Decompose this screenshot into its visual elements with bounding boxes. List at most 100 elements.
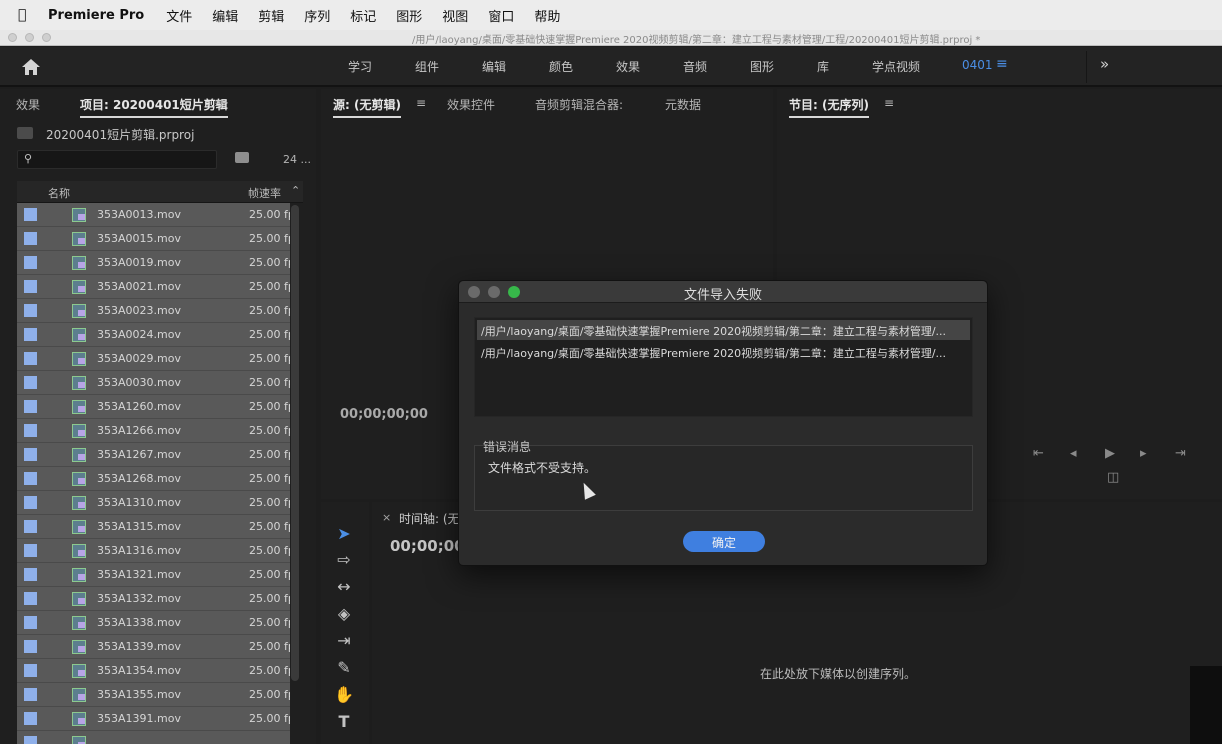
label-color-swatch[interactable]: [24, 472, 37, 485]
project-item-row[interactable]: 353A1339.mov 25.00 fps: [17, 635, 290, 659]
tab-effect-controls[interactable]: 效果控件: [447, 96, 495, 113]
project-item-row[interactable]: 353A1338.mov 25.00 fps: [17, 611, 290, 635]
track-select-tool-icon[interactable]: ⇨: [333, 548, 355, 570]
menu-graphics[interactable]: 图形: [396, 6, 422, 25]
project-item-row[interactable]: 353A1355.mov 25.00 fps: [17, 683, 290, 707]
project-item-row[interactable]: [17, 731, 290, 744]
project-item-row[interactable]: 353A0023.mov 25.00 fps: [17, 299, 290, 323]
project-item-row[interactable]: 353A0021.mov 25.00 fps: [17, 275, 290, 299]
label-color-swatch[interactable]: [24, 448, 37, 461]
project-item-row[interactable]: 353A1391.mov 25.00 fps: [17, 707, 290, 731]
workspace-tab-0401[interactable]: 0401: [962, 58, 993, 72]
label-color-swatch[interactable]: [24, 568, 37, 581]
menu-help[interactable]: 帮助: [534, 6, 560, 25]
label-color-swatch[interactable]: [24, 496, 37, 509]
hand-tool-icon[interactable]: ✋: [333, 683, 355, 705]
project-item-row[interactable]: 353A1310.mov 25.00 fps: [17, 491, 290, 515]
close-tab-icon[interactable]: ×: [382, 511, 391, 524]
label-color-swatch[interactable]: [24, 400, 37, 413]
label-color-swatch[interactable]: [24, 712, 37, 725]
workspace-tab-libraries[interactable]: 库: [817, 58, 829, 75]
failed-file-item[interactable]: /用户/laoyang/桌面/零基础快速掌握Premiere 2020视频剪辑/…: [477, 342, 970, 362]
label-color-swatch[interactable]: [24, 520, 37, 533]
label-color-swatch[interactable]: [24, 424, 37, 437]
label-color-swatch[interactable]: [24, 616, 37, 629]
ripple-edit-tool-icon[interactable]: ↔: [333, 575, 355, 597]
workspace-tab-editing[interactable]: 编辑: [482, 58, 506, 75]
new-bin-icon[interactable]: [235, 152, 249, 163]
project-item-row[interactable]: 353A0029.mov 25.00 fps: [17, 347, 290, 371]
project-panel-menu-icon[interactable]: ≡: [214, 96, 224, 110]
go-to-out-icon[interactable]: ⇥: [1175, 446, 1186, 461]
label-color-swatch[interactable]: [24, 736, 37, 744]
project-item-row[interactable]: 353A1315.mov 25.00 fps: [17, 515, 290, 539]
type-tool-icon[interactable]: T: [333, 710, 355, 732]
minimize-window-button[interactable]: [25, 33, 34, 42]
project-item-row[interactable]: 353A1268.mov 25.00 fps: [17, 467, 290, 491]
label-color-swatch[interactable]: [24, 544, 37, 557]
project-item-row[interactable]: 353A1266.mov 25.00 fps: [17, 419, 290, 443]
search-input[interactable]: ⚲: [17, 150, 217, 169]
workspace-tab-custom[interactable]: 学点视频: [872, 58, 920, 75]
menu-window[interactable]: 窗口: [488, 6, 514, 25]
tab-metadata[interactable]: 元数据: [665, 96, 701, 113]
program-panel-menu-icon[interactable]: ≡: [884, 96, 894, 110]
label-color-swatch[interactable]: [24, 208, 37, 221]
project-item-row[interactable]: 353A1354.mov 25.00 fps: [17, 659, 290, 683]
selection-tool-icon[interactable]: ➤: [333, 522, 355, 544]
label-color-swatch[interactable]: [24, 232, 37, 245]
export-frame-icon[interactable]: ◫: [1107, 470, 1119, 485]
label-color-swatch[interactable]: [24, 592, 37, 605]
play-icon[interactable]: ▶: [1105, 446, 1115, 461]
scrollbar[interactable]: [291, 205, 299, 681]
label-color-swatch[interactable]: [24, 328, 37, 341]
more-workspaces-icon[interactable]: »: [1100, 55, 1109, 73]
project-item-row[interactable]: 353A0015.mov 25.00 fps: [17, 227, 290, 251]
label-color-swatch[interactable]: [24, 688, 37, 701]
label-color-swatch[interactable]: [24, 640, 37, 653]
razor-tool-icon[interactable]: ◈: [333, 602, 355, 624]
menu-file[interactable]: 文件: [166, 6, 192, 25]
source-timecode[interactable]: 00;00;00;00: [340, 407, 428, 422]
home-icon[interactable]: [20, 57, 42, 77]
slip-tool-icon[interactable]: ⇥: [333, 629, 355, 651]
tab-audio-clip-mixer[interactable]: 音频剪辑混合器:: [535, 96, 623, 113]
zoom-window-button[interactable]: [42, 33, 51, 42]
label-color-swatch[interactable]: [24, 352, 37, 365]
pen-tool-icon[interactable]: ✎: [333, 656, 355, 678]
menu-clip[interactable]: 剪辑: [258, 6, 284, 25]
menu-view[interactable]: 视图: [442, 6, 468, 25]
project-item-row[interactable]: 353A1260.mov 25.00 fps: [17, 395, 290, 419]
menu-sequence[interactable]: 序列: [304, 6, 330, 25]
project-item-row[interactable]: 353A0030.mov 25.00 fps: [17, 371, 290, 395]
step-back-icon[interactable]: ◂: [1070, 446, 1077, 461]
close-window-button[interactable]: [8, 33, 17, 42]
project-item-row[interactable]: 353A1316.mov 25.00 fps: [17, 539, 290, 563]
workspace-tab-assembly[interactable]: 组件: [415, 58, 439, 75]
workspace-tab-graphics[interactable]: 图形: [750, 58, 774, 75]
column-fps-header[interactable]: 帧速率: [248, 185, 281, 201]
tab-timeline[interactable]: 时间轴: (无: [399, 510, 460, 527]
sort-caret-icon[interactable]: ⌃: [291, 184, 300, 197]
workspace-tab-effects[interactable]: 效果: [616, 58, 640, 75]
project-item-row[interactable]: 353A0013.mov 25.00 fps: [17, 203, 290, 227]
column-name-header[interactable]: 名称: [48, 185, 70, 201]
label-color-swatch[interactable]: [24, 304, 37, 317]
workspace-tab-learn[interactable]: 学习: [348, 58, 372, 75]
tab-program[interactable]: 节目: (无序列): [789, 96, 869, 118]
workspace-tab-audio[interactable]: 音频: [683, 58, 707, 75]
project-item-row[interactable]: 353A0024.mov 25.00 fps: [17, 323, 290, 347]
menu-edit[interactable]: 编辑: [212, 6, 238, 25]
source-panel-menu-icon[interactable]: ≡: [416, 96, 426, 110]
step-forward-icon[interactable]: ▸: [1140, 446, 1147, 461]
workspace-tab-color[interactable]: 颜色: [549, 58, 573, 75]
menu-markers[interactable]: 标记: [350, 6, 376, 25]
ok-button[interactable]: 确定: [683, 531, 765, 552]
failed-file-item[interactable]: /用户/laoyang/桌面/零基础快速掌握Premiere 2020视频剪辑/…: [477, 320, 970, 340]
tab-project[interactable]: 项目: 20200401短片剪辑: [80, 96, 228, 118]
project-item-row[interactable]: 353A1267.mov 25.00 fps: [17, 443, 290, 467]
go-to-in-icon[interactable]: ⇤: [1033, 446, 1044, 461]
label-color-swatch[interactable]: [24, 280, 37, 293]
project-item-row[interactable]: 353A1321.mov 25.00 fps: [17, 563, 290, 587]
project-item-row[interactable]: 353A0019.mov 25.00 fps: [17, 251, 290, 275]
